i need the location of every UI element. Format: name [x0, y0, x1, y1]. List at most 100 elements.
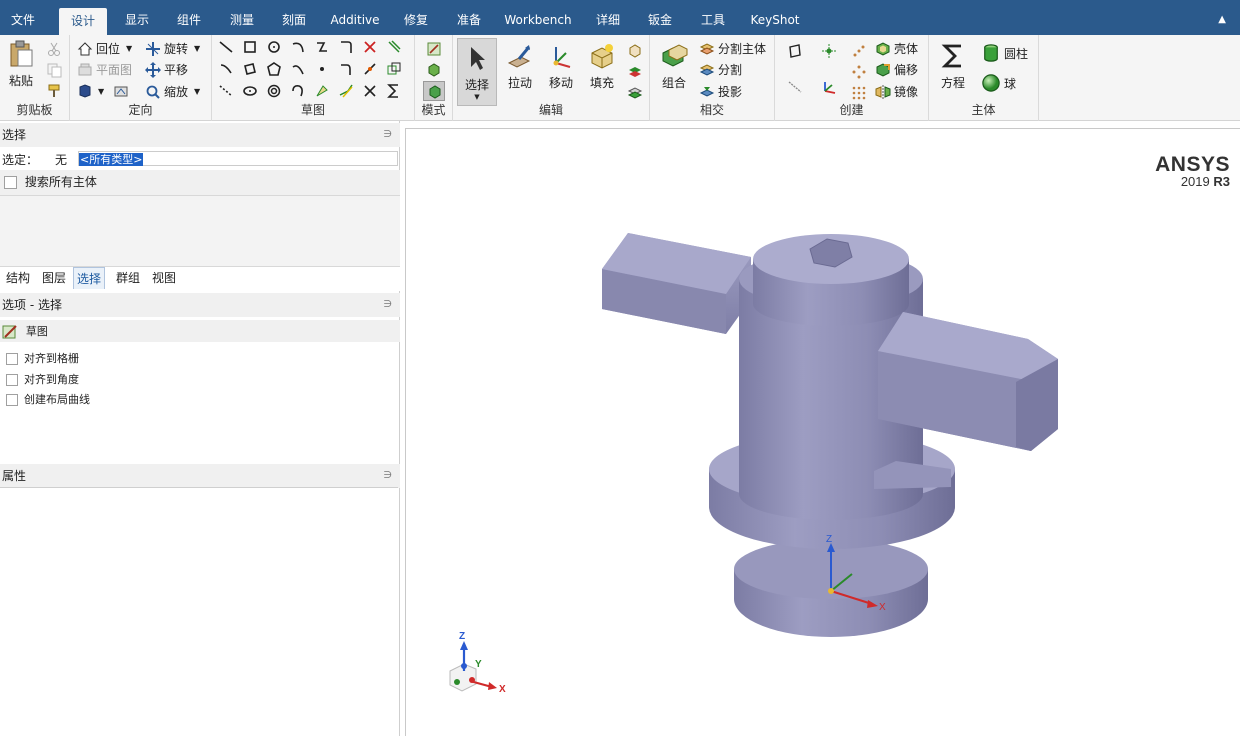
bend-icon[interactable] — [338, 83, 354, 99]
menu-tab-repair[interactable]: 修复 — [397, 0, 435, 35]
create-layout-curves-checkbox[interactable] — [6, 394, 18, 406]
three-point-arc-icon[interactable] — [290, 83, 306, 99]
view-display-icon[interactable] — [113, 83, 129, 99]
concentric-circle-icon[interactable] — [266, 83, 282, 99]
move-button[interactable]: 移动 — [543, 41, 579, 91]
menu-tab-workbench[interactable]: Workbench — [503, 0, 573, 35]
mirror-button[interactable]: 镜像 — [875, 83, 918, 100]
menu-tab-tools[interactable]: 工具 — [694, 0, 732, 35]
spline-icon[interactable] — [314, 39, 330, 55]
create-layout-curves-row[interactable]: 创建布局曲线 — [0, 391, 400, 407]
arc-icon[interactable] — [290, 39, 306, 55]
tab-groups[interactable]: 群组 — [113, 267, 143, 289]
pan-button[interactable]: 平移 — [145, 61, 188, 78]
project-button[interactable]: 投影 — [699, 83, 742, 100]
view-triad[interactable] — [449, 641, 497, 692]
menu-tab-measure[interactable]: 测量 — [223, 0, 261, 35]
circle-icon[interactable] — [266, 39, 282, 55]
sphere-button[interactable]: 球 — [981, 73, 1016, 93]
dotted-line-icon[interactable] — [218, 83, 234, 99]
coordinate-system-icon[interactable] — [821, 79, 837, 95]
menu-tab-file[interactable]: 文件 — [4, 0, 42, 35]
rotate-button[interactable]: 旋转 ▼ — [145, 40, 200, 57]
plane-icon[interactable] — [787, 43, 803, 59]
view-cube-button[interactable]: ▼ — [77, 83, 129, 99]
home-button[interactable]: 回位 ▼ — [77, 40, 132, 57]
corner-icon[interactable] — [338, 61, 354, 77]
sigma-icon[interactable] — [386, 83, 402, 99]
replace-icon[interactable] — [627, 85, 643, 101]
cut-icon[interactable] — [46, 41, 62, 57]
3d-viewport[interactable]: ANSYS 2019 R3 Z X Z Y X — [405, 128, 1240, 736]
point-pattern-icon[interactable] — [851, 43, 867, 59]
equation-button[interactable]: 方程 — [935, 41, 971, 91]
menu-tab-additive[interactable]: Additive — [328, 0, 382, 35]
split-body-button[interactable]: 分割主体 — [699, 40, 766, 57]
tweak-face-icon[interactable] — [627, 43, 643, 59]
menu-tab-sheetmetal[interactable]: 钣金 — [641, 0, 679, 35]
blend-icon[interactable] — [627, 64, 643, 80]
pull-button[interactable]: 拉动 — [502, 41, 538, 91]
tab-views[interactable]: 视图 — [149, 267, 179, 289]
tab-structure[interactable]: 结构 — [3, 267, 33, 289]
menu-tab-design[interactable]: 设计 — [59, 8, 107, 35]
menu-tab-facets[interactable]: 刻面 — [275, 0, 313, 35]
tab-selection[interactable]: 选择 — [73, 267, 106, 289]
split-curve-icon[interactable] — [362, 61, 378, 77]
project-curve-icon[interactable] — [386, 61, 402, 77]
axis-icon[interactable] — [787, 79, 803, 95]
select-button[interactable]: 选择 ▼ — [457, 38, 497, 106]
fillet-icon[interactable] — [338, 39, 354, 55]
polygon-icon[interactable] — [266, 61, 282, 77]
shell-button[interactable]: 壳体 — [875, 40, 918, 57]
cad-model[interactable]: Z X Z Y X — [406, 129, 1240, 736]
section-mode-icon[interactable] — [426, 62, 442, 78]
select-dropdown-icon[interactable]: ▼ — [458, 93, 496, 101]
fill-button[interactable]: 填充 — [584, 41, 620, 91]
snap-to-angle-checkbox[interactable] — [6, 374, 18, 386]
rotate-dropdown-icon[interactable]: ▼ — [194, 44, 200, 53]
plan-view-button[interactable]: 平面图 — [77, 61, 132, 78]
menu-tab-detail[interactable]: 详细 — [589, 0, 627, 35]
3d-mode-icon[interactable] — [423, 81, 445, 101]
split-button[interactable]: 分割 — [699, 61, 742, 78]
offset-curve-icon[interactable] — [386, 39, 402, 55]
zoom-dropdown-icon[interactable]: ▼ — [194, 87, 200, 96]
point-icon[interactable] — [314, 61, 330, 77]
menu-tab-assembly[interactable]: 组件 — [170, 0, 208, 35]
face-curve-icon[interactable] — [314, 83, 330, 99]
selection-filter-dropdown[interactable]: <所有类型> — [78, 151, 398, 166]
sweep-arc-icon[interactable] — [290, 61, 306, 77]
offset-button[interactable]: 偏移 — [875, 61, 918, 78]
zoom-button[interactable]: 缩放 ▼ — [145, 83, 200, 100]
origin-point-icon[interactable] — [821, 43, 837, 59]
menu-tab-prepare[interactable]: 准备 — [450, 0, 488, 35]
options-pin-icon[interactable]: ∋ — [383, 293, 392, 317]
ellipse-icon[interactable] — [242, 83, 258, 99]
linear-pattern-icon[interactable] — [851, 85, 867, 101]
tab-layers[interactable]: 图层 — [39, 267, 69, 289]
line-icon[interactable] — [218, 39, 234, 55]
collapse-ribbon-icon[interactable]: ▲ — [1218, 14, 1226, 25]
menu-tab-display[interactable]: 显示 — [118, 0, 156, 35]
menu-tab-keyshot[interactable]: KeyShot — [746, 0, 804, 35]
search-all-bodies-row[interactable]: 搜索所有主体 — [0, 170, 400, 196]
snap-to-grid-checkbox[interactable] — [6, 353, 18, 365]
view-cube-dropdown-icon[interactable]: ▼ — [98, 87, 104, 96]
trim-icon[interactable] — [362, 39, 378, 55]
paste-button[interactable]: 粘贴 — [4, 39, 38, 89]
three-point-rectangle-icon[interactable] — [242, 61, 258, 77]
combine-button[interactable]: 组合 — [655, 41, 693, 91]
properties-pin-icon[interactable]: ∋ — [383, 464, 392, 488]
format-painter-icon[interactable] — [46, 83, 62, 99]
snap-to-angle-row[interactable]: 对齐到角度 — [0, 371, 400, 387]
cross-line-icon[interactable] — [362, 83, 378, 99]
rectangle-icon[interactable] — [242, 39, 258, 55]
tangent-line-icon[interactable] — [218, 61, 234, 77]
search-all-bodies-checkbox[interactable] — [4, 176, 17, 189]
snap-to-grid-row[interactable]: 对齐到格栅 — [0, 350, 400, 366]
home-dropdown-icon[interactable]: ▼ — [126, 44, 132, 53]
pin-icon[interactable]: ∋ — [383, 123, 392, 147]
copy-icon[interactable] — [46, 62, 62, 78]
circular-pattern-icon[interactable] — [851, 64, 867, 80]
